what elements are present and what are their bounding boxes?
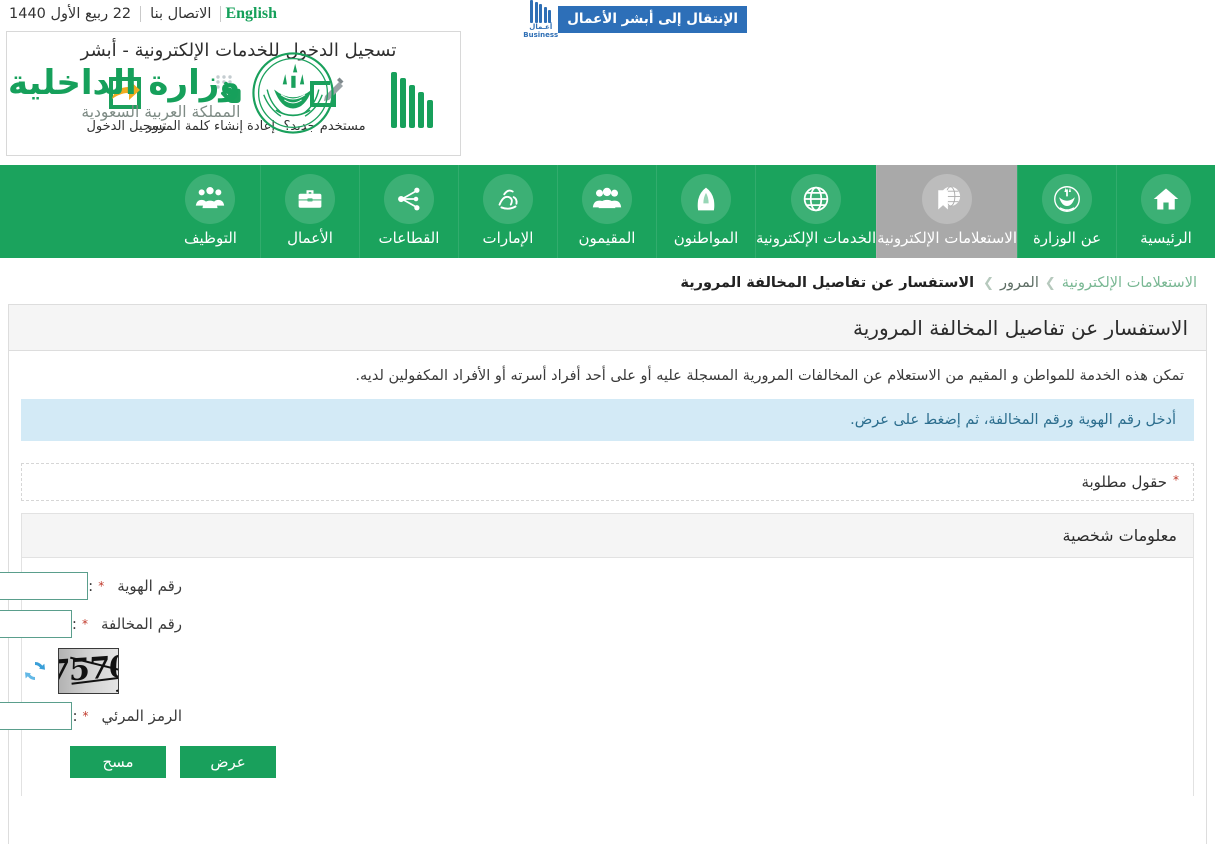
violation-number-label: رقم المخالفة <box>100 615 182 633</box>
nav-item-home[interactable]: الرئيسية <box>1116 165 1215 258</box>
required-fields-note: * حقول مطلوبة <box>21 463 1194 501</box>
required-asterisk: * <box>98 579 105 593</box>
nav-item-citizens[interactable]: المواطنون <box>655 165 755 258</box>
breadcrumb-root-link[interactable]: الاستعلامات الإلكترونية <box>1062 275 1197 291</box>
nav-item-business[interactable]: الأعمال <box>259 165 359 258</box>
globe-icon <box>791 174 842 224</box>
page-title: الاستفسار عن تفاصيل المخالفة المرورية <box>853 315 1188 340</box>
colon: : <box>72 707 78 725</box>
breadcrumb-separator: ❯ <box>983 275 995 291</box>
nav-item-sectors[interactable]: القطاعات <box>358 165 458 258</box>
nav-item-about-ministry[interactable]: عن الوزارة <box>1017 165 1116 258</box>
colon: : <box>71 615 77 633</box>
instruction-banner: أدخل رقم الهوية ورقم المخالفة، ثم إضغط ع… <box>21 399 1194 441</box>
id-number-field[interactable] <box>0 572 89 600</box>
language-switch-english[interactable]: English <box>221 0 286 28</box>
absher-login-label: تسجيل الدخول <box>86 119 167 134</box>
service-description: تمكن هذه الخدمة للمواطن و المقيم من الاس… <box>355 368 1184 384</box>
breadcrumb-current: الاستفسار عن تفاصيل المخالفة المرورية <box>680 275 975 291</box>
network-share-icon <box>383 174 434 224</box>
form-actions: عرض مسح <box>22 746 276 778</box>
absher-business-banner[interactable]: الإنتقال إلى أبشر الأعمال أعـمال Busines… <box>468 0 747 39</box>
clear-button[interactable]: مسح <box>70 746 166 778</box>
nav-label: المقيمون <box>578 229 636 247</box>
breadcrumb-separator: ❯ <box>1044 275 1056 291</box>
absher-bars-icon <box>530 0 552 23</box>
absher-business-logo-en: Business <box>523 30 559 39</box>
captcha-image: 7570 <box>58 648 120 694</box>
hijri-date: 22 ربيع الأول 1440 <box>9 6 132 22</box>
main-navigation: الرئيسية عن الوزارة الاستعلامات الإلكترو… <box>0 165 1215 258</box>
id-number-label: رقم الهوية <box>117 577 182 595</box>
people-group-icon <box>581 174 632 224</box>
required-asterisk: * <box>1173 473 1179 487</box>
absher-business-logo-ar: أعـمال <box>529 22 553 31</box>
colon: : <box>88 577 94 595</box>
absher-login-box: تسجيل الدخول للخدمات الإلكترونية - أبشر … <box>6 31 461 156</box>
recruitment-icon <box>185 174 236 224</box>
briefcase-icon <box>284 174 335 224</box>
nav-item-emirates[interactable]: الإمارات <box>457 165 557 258</box>
nav-item-recruitment[interactable]: التوظيف <box>161 165 260 258</box>
breadcrumb: الاستعلامات الإلكترونية ❯ المرور ❯ الاست… <box>0 262 1215 304</box>
form-actions-inner: عرض مسح <box>70 746 276 778</box>
calligraphy-icon <box>482 174 533 224</box>
personal-info-header: معلومات شخصية <box>22 514 1193 558</box>
personal-info-body: رقم الهوية * : رقم المخالفة * : 7570 الر… <box>0 558 1193 796</box>
login-arrow-icon <box>77 65 176 117</box>
globe-bookmark-icon <box>922 174 973 224</box>
nav-label: الخدمات الإلكترونية <box>755 229 877 247</box>
page-root: English الاتصال بنا 22 ربيع الأول 1440 ا… <box>0 0 1215 846</box>
contact-us-link[interactable]: الاتصال بنا <box>141 0 220 28</box>
absher-bars-icon <box>391 72 433 128</box>
absher-new-user-label: مستخدم جديد؟ <box>283 119 366 134</box>
captcha-code: 7570 <box>58 649 120 690</box>
nav-label: الإمارات <box>482 229 534 247</box>
nav-label: التوظيف <box>183 229 237 247</box>
content-panel: الاستفسار عن تفاصيل المخالفة المرورية تم… <box>0 304 1207 844</box>
nav-label: القطاعات <box>378 229 440 247</box>
nav-label: الرئيسية <box>1140 229 1192 247</box>
captcha-field[interactable] <box>0 702 73 730</box>
absher-login-action[interactable]: تسجيل الدخول <box>77 65 176 134</box>
nav-item-electronic-inquiries[interactable]: الاستعلامات الإلكترونية <box>876 165 1017 258</box>
personal-info-section: معلومات شخصية رقم الهوية * : رقم المخالف… <box>0 513 1194 796</box>
nav-label: الاستعلامات الإلكترونية <box>877 229 1017 247</box>
absher-logo <box>374 72 450 134</box>
divider <box>220 6 222 22</box>
captcha-label: الرمز المرئي <box>101 707 182 725</box>
form-row-id-number: رقم الهوية * : <box>0 572 1193 600</box>
absher-new-user-action[interactable]: مستخدم جديد؟ <box>275 65 374 134</box>
form-row-captcha: الرمز المرئي * : <box>0 702 1193 730</box>
absher-business-logo: أعـمال Business <box>523 0 558 39</box>
refresh-icon[interactable] <box>22 654 48 688</box>
absher-login-title: تسجيل الدخول للخدمات الإلكترونية - أبشر <box>80 40 397 61</box>
go-to-absher-business-button[interactable]: الإنتقال إلى أبشر الأعمال <box>558 5 747 33</box>
submit-button[interactable]: عرض <box>180 746 276 778</box>
absher-login-actions: مستخدم جديد؟ إعادة إنشاء كلمة المرور تسج… <box>7 61 460 134</box>
divider <box>140 6 142 22</box>
nav-label: عن الوزارة <box>1032 229 1102 247</box>
nav-item-residents[interactable]: المقيمون <box>556 165 656 258</box>
required-asterisk: * <box>82 709 89 723</box>
home-icon <box>1141 174 1191 224</box>
absher-reset-password-label: إعادة إنشاء كلمة المرور <box>145 119 275 134</box>
required-asterisk: * <box>81 617 88 631</box>
hand-keypad-icon <box>176 65 275 117</box>
edit-square-icon <box>275 65 374 117</box>
nav-label: الأعمال <box>287 229 333 247</box>
breadcrumb-parent-link[interactable]: المرور <box>1000 275 1039 291</box>
emblem-icon <box>1042 174 1092 224</box>
top-utility-links: English الاتصال بنا 22 ربيع الأول 1440 <box>0 0 292 28</box>
captcha-display-row: 7570 <box>22 648 182 694</box>
form-row-violation-number: رقم المخالفة * : <box>0 610 1193 638</box>
nav-label: المواطنون <box>673 229 739 247</box>
page-title-bar: الاستفسار عن تفاصيل المخالفة المرورية <box>9 305 1206 351</box>
violation-number-field[interactable] <box>0 610 72 638</box>
absher-reset-password-action[interactable]: إعادة إنشاء كلمة المرور <box>145 65 275 134</box>
citizen-icon <box>680 174 731 224</box>
required-fields-label: حقول مطلوبة <box>1081 473 1167 491</box>
nav-item-electronic-services[interactable]: الخدمات الإلكترونية <box>754 165 877 258</box>
